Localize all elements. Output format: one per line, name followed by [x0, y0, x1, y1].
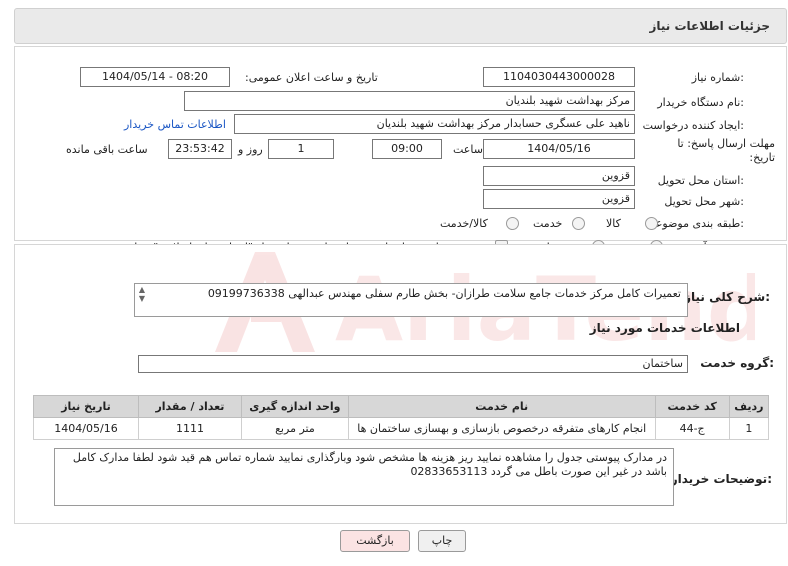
announce-datetime-field: 1404/05/14 - 08:20 — [80, 67, 230, 87]
requester-label: ایجاد کننده درخواست: — [642, 119, 744, 132]
table-row: 1 ج-44 انجام کارهای متفرقه درخصوص بازساز… — [33, 417, 770, 440]
print-button[interactable]: چاپ — [418, 530, 466, 552]
province-label: استان محل تحویل: — [657, 174, 744, 187]
remaining-days-label: روز و — [238, 143, 263, 156]
col-quantity: تعداد / مقدار — [138, 395, 242, 418]
category-option-goods-service: کالا/خدمت — [440, 217, 488, 230]
buyer-notes-textarea[interactable]: در مدارک پیوستی جدول را مشاهده نمایید ری… — [54, 448, 674, 506]
cell-service-code: ج-44 — [654, 417, 730, 440]
city-label: شهر محل تحویل: — [664, 195, 744, 208]
page-header: جزئیات اطلاعات نیاز — [14, 8, 787, 44]
services-table: ردیف کد خدمت نام خدمت واحد اندازه گیری ت… — [33, 395, 770, 440]
category-radio-service[interactable] — [572, 217, 585, 230]
general-desc-textarea[interactable]: تعمیرات کامل مرکز خدمات جامع سلامت طرازا… — [134, 283, 688, 317]
buyer-notes-text: در مدارک پیوستی جدول را مشاهده نمایید ری… — [72, 451, 667, 478]
remaining-days-field: 1 — [268, 139, 334, 159]
category-radio-goods[interactable] — [645, 217, 658, 230]
remaining-time-field: 23:53:42 — [168, 139, 232, 159]
back-button[interactable]: بازگشت — [340, 530, 410, 552]
col-service-name: نام خدمت — [347, 395, 656, 418]
deadline-label: مهلت ارسال پاسخ: تا تاریخ: — [677, 137, 775, 164]
service-group-label: گروه خدمت: — [700, 356, 774, 370]
buyer-contact-link[interactable]: اطلاعات تماس خریدار — [124, 118, 226, 131]
table-header-row: ردیف کد خدمت نام خدمت واحد اندازه گیری ت… — [33, 395, 770, 418]
requester-field: ناهید علی عسگری حسابدار مرکز بهداشت شهید… — [234, 114, 635, 134]
need-number-field: 1104030443000028 — [483, 67, 635, 87]
deadline-time-label: ساعت — [453, 143, 483, 156]
need-number-label: شماره نیاز: — [691, 71, 744, 84]
category-option-service: خدمت — [533, 217, 563, 230]
col-need-date: تاریخ نیاز — [33, 395, 139, 418]
general-desc-text: تعمیرات کامل مرکز خدمات جامع سلامت طرازا… — [207, 287, 681, 300]
buyer-org-field: مرکز بهداشت شهید بلندیان — [184, 91, 635, 111]
cell-service-name: انجام کارهای متفرقه درخصوص بازسازی و بهس… — [347, 417, 656, 440]
col-unit: واحد اندازه گیری — [240, 395, 349, 418]
cell-need-date: 1404/05/16 — [33, 417, 139, 440]
category-radio-goods-service[interactable] — [506, 217, 519, 230]
remaining-time-label: ساعت باقی مانده — [66, 143, 148, 156]
deadline-date-field: 1404/05/16 — [483, 139, 635, 159]
service-group-field: ساختمان — [138, 355, 688, 373]
cell-quantity: 1111 — [138, 417, 242, 440]
buyer-notes-label: توضیحات خریدار: — [670, 472, 772, 486]
buyer-org-label: نام دستگاه خریدار: — [657, 96, 744, 109]
city-field: قزوین — [483, 189, 635, 209]
services-info-title: اطلاعات خدمات مورد نیاز — [589, 321, 740, 335]
deadline-time-field: 09:00 — [372, 139, 442, 159]
cell-row-number: 1 — [728, 417, 770, 440]
province-field: قزوین — [483, 166, 635, 186]
general-desc-label: شرح کلی نیاز: — [684, 290, 770, 304]
category-label: طبقه بندی موضوعی: — [646, 217, 744, 230]
announce-datetime-label: تاریخ و ساعت اعلان عمومی: — [245, 71, 378, 84]
page-title: جزئیات اطلاعات نیاز — [649, 19, 770, 33]
col-service-code: کد خدمت — [654, 395, 730, 418]
category-option-goods: کالا — [606, 217, 621, 230]
col-row-number: ردیف — [728, 395, 770, 418]
cell-unit: متر مربع — [240, 417, 349, 440]
textarea-scroll-arrows-icon[interactable]: ▲ ▼ — [136, 285, 148, 305]
